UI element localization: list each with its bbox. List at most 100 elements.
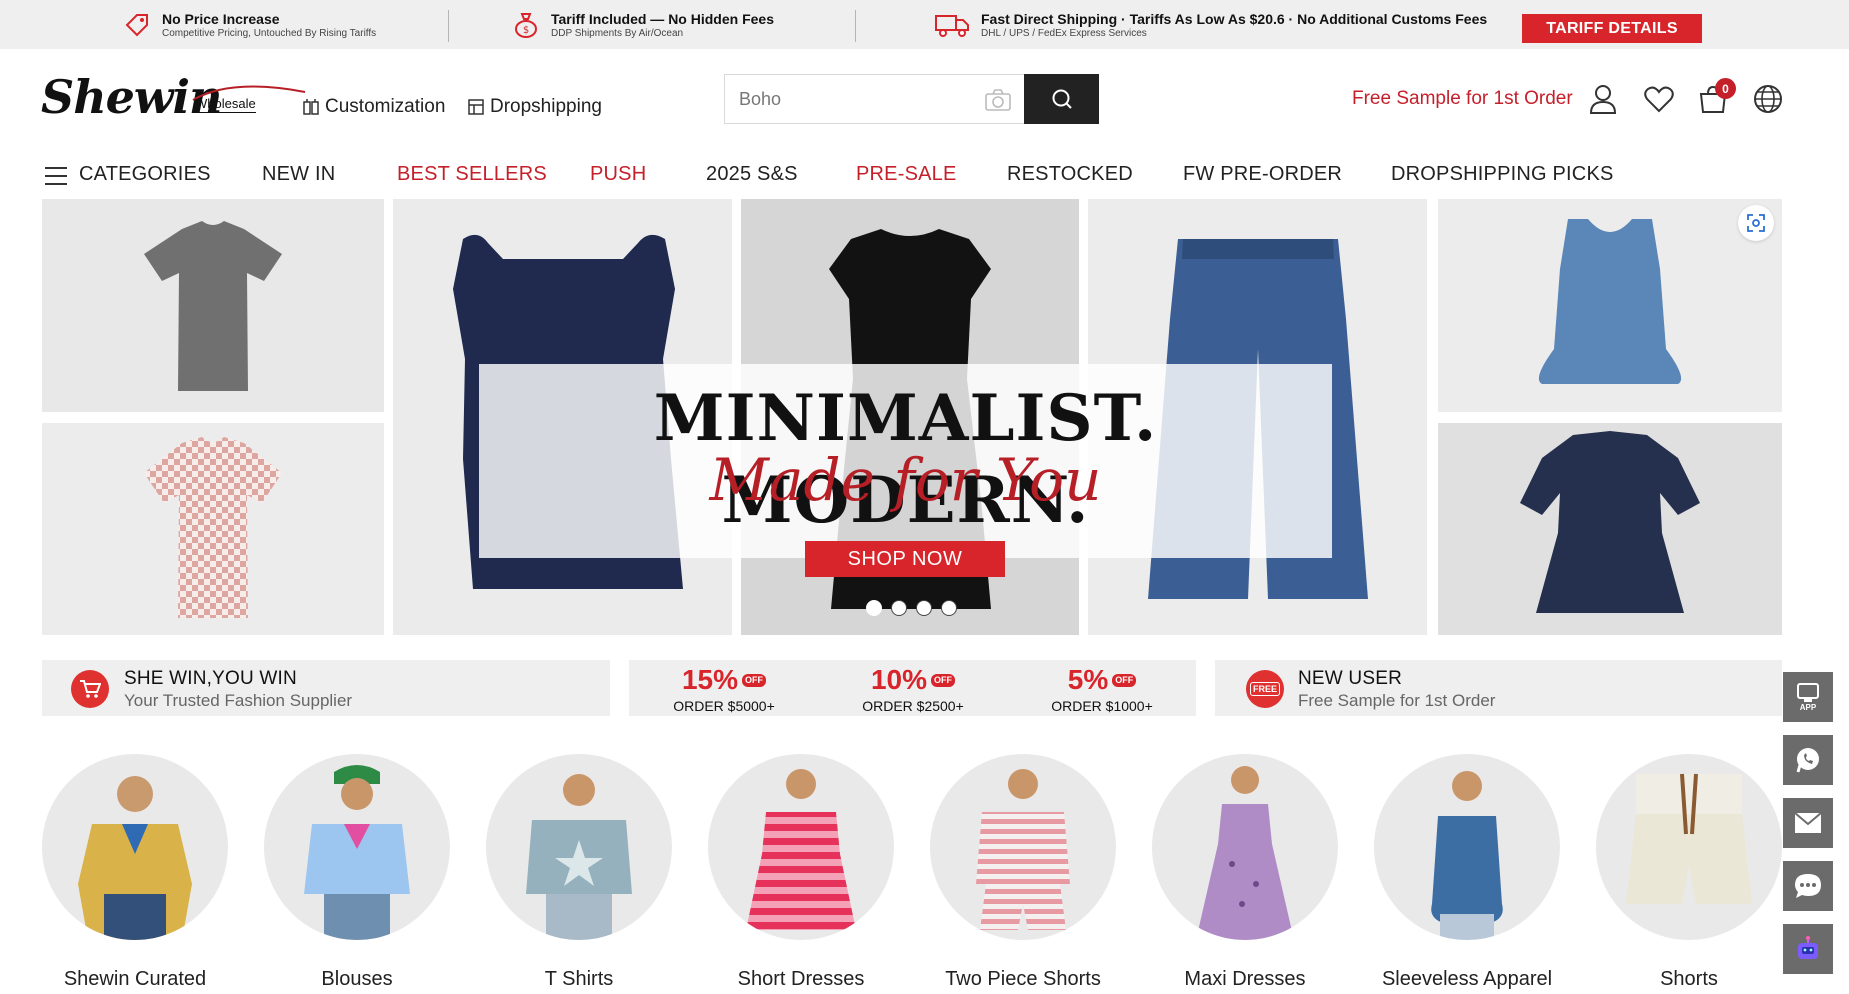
customization-label: Customization [325,96,446,117]
customization-link[interactable]: Customization [302,96,445,118]
carousel-dot[interactable] [891,600,907,616]
search-button[interactable] [1024,74,1099,124]
discount-order: ORDER $1000+ [1051,698,1153,714]
free-badge-icon: FREE [1246,670,1284,708]
category-sleeveless-apparel[interactable]: Sleeveless Apparel [1374,754,1560,990]
carousel-dot[interactable] [916,600,932,616]
banner-tile-grey-tee [42,199,384,412]
money-bag-icon: $ [511,10,541,40]
dropshipping-icon [467,98,485,116]
category-blouses[interactable]: Blouses [264,754,450,990]
wishlist-heart-icon[interactable] [1643,83,1675,115]
promo-no-price-increase[interactable]: No Price Increase Competitive Pricing, U… [122,8,376,42]
category-image [930,754,1116,940]
off-badge: OFF [742,673,767,687]
category-label: Shorts [1660,968,1718,990]
email-icon [1794,812,1822,833]
nav-2025-ss[interactable]: 2025 S&S [706,163,798,186]
benefit-she-win[interactable]: SHE WIN,YOU WIN Your Trusted Fashion Sup… [42,660,610,716]
banner-script-text: Made for You [709,446,1102,514]
discount-percent: 10% [870,664,928,695]
logo-subtext: Wholesale [195,96,256,113]
category-maxi-dresses[interactable]: Maxi Dresses [1152,754,1338,990]
discount-order: ORDER $2500+ [862,698,964,714]
language-globe-icon[interactable] [1752,83,1784,115]
category-image [486,754,672,940]
nav-restocked[interactable]: RESTOCKED [1007,163,1133,186]
banner-tile-navy-dress [1438,423,1782,635]
logo[interactable]: Shewin Wholesale [41,72,306,122]
discount-percent: 5% [1067,664,1109,695]
nav-new-in[interactable]: NEW IN [262,163,335,186]
shopping-cart-icon [71,670,109,708]
ai-assistant-button[interactable] [1783,924,1833,974]
discount-5: 5% OFF ORDER $1000+ [1022,665,1182,715]
nav-dropshipping-picks[interactable]: DROPSHIPPING PICKS [1391,163,1614,186]
hamburger-menu-icon [45,167,67,185]
nav-push[interactable]: PUSH [590,163,646,186]
search-icon [1052,89,1072,109]
carousel-dots [866,600,957,616]
promo-tariff-included[interactable]: $ Tariff Included — No Hidden Fees DDP S… [511,8,774,42]
image-search-lens-icon[interactable] [1738,205,1774,241]
nav-categories: CATEGORIES [79,163,211,185]
email-button[interactable] [1783,798,1833,848]
account-icon[interactable] [1587,83,1619,115]
category-t-shirts[interactable]: T Shirts [486,754,672,990]
benefit-discounts[interactable]: 15% OFF ORDER $5000+ 10% OFF ORDER $2500+ … [629,660,1196,716]
promo-title: Tariff Included — No Hidden Fees [551,10,774,27]
promo-fast-shipping[interactable]: Fast Direct Shipping · Tariffs As Low As… [933,8,1487,42]
bot-icon [1798,936,1818,959]
dropshipping-label: Dropshipping [490,96,602,117]
price-tag-icon [122,10,152,40]
search-box [724,74,1024,124]
tariff-details-button[interactable]: TARIFF DETAILS [1522,14,1702,43]
benefit-subtitle: Your Trusted Fashion Supplier [124,691,353,710]
nav-pre-sale[interactable]: PRE-SALE [856,163,957,186]
shop-now-button[interactable]: SHOP NOW [805,541,1005,577]
category-image [42,754,228,940]
benefit-title: SHE WIN,YOU WIN [124,668,297,689]
search-input[interactable] [725,88,965,110]
category-image [1596,754,1782,940]
banner-tile-denim-tank [1438,199,1782,412]
chat-icon [1795,874,1821,898]
category-label: Blouses [321,968,393,990]
category-image [1374,754,1560,940]
free-sample-link[interactable]: Free Sample for 1st Order [1352,88,1573,110]
app-label: APP [1799,702,1817,712]
app-icon: APP [1796,682,1820,712]
promo-subtitle: DHL / UPS / FedEx Express Services [981,27,1147,39]
category-label: T Shirts [544,968,614,990]
category-two-piece-shorts[interactable]: Two Piece Shorts [930,754,1116,990]
discount-10: 10% OFF ORDER $2500+ [833,665,993,715]
nav-fw-pre-order[interactable]: FW PRE-ORDER [1183,163,1342,186]
truck-icon [933,10,971,40]
promo-title: Fast Direct Shipping · Tariffs As Low As… [981,10,1488,27]
off-badge: OFF [1112,673,1137,687]
cart-count-badge: 0 [1715,78,1736,99]
discount-order: ORDER $5000+ [673,698,775,714]
discount-15: 15% OFF ORDER $5000+ [644,665,804,715]
category-image [1152,754,1338,940]
benefit-subtitle: Free Sample for 1st Order [1298,691,1496,710]
category-shorts[interactable]: Shorts [1596,754,1782,990]
svg-text:$: $ [523,25,529,36]
category-short-dresses[interactable]: Short Dresses [708,754,894,990]
whatsapp-button[interactable] [1783,735,1833,785]
camera-search-icon[interactable] [984,88,1012,117]
free-badge-text: FREE [1249,682,1280,696]
category-shewin-curated[interactable]: Shewin Curated [42,754,228,990]
app-download-button[interactable]: APP [1783,672,1833,722]
nav-best-sellers[interactable]: BEST SELLERS [397,163,547,186]
benefit-title: NEW USER [1298,668,1402,689]
category-label: Sleeveless Apparel [1381,968,1553,990]
benefit-new-user[interactable]: FREE NEW USER Free Sample for 1st Order [1215,660,1782,716]
dropshipping-link[interactable]: Dropshipping [467,96,602,118]
promo-subtitle: Competitive Pricing, Untouched By Rising… [162,27,377,39]
chat-button[interactable] [1783,861,1833,911]
carousel-dot[interactable] [941,600,957,616]
category-label: Shewin Curated [63,968,207,990]
carousel-dot[interactable] [866,600,882,616]
promo-subtitle: DDP Shipments By Air/Ocean [551,27,684,39]
